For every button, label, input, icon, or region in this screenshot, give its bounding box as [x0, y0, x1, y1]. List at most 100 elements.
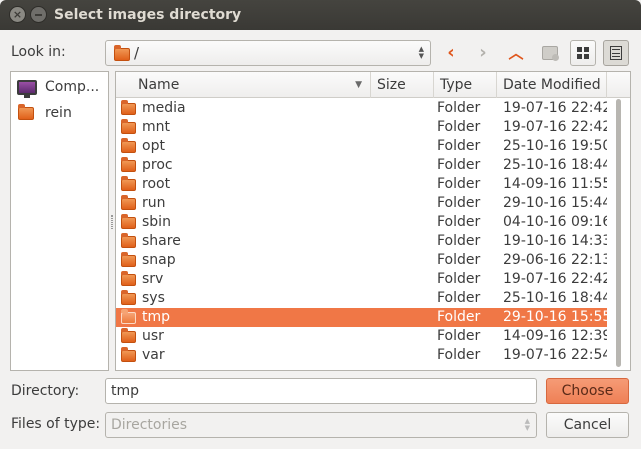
place-label: Comp... — [45, 79, 100, 95]
file-type: Folder — [437, 328, 481, 344]
vertical-scrollbar[interactable] — [607, 99, 630, 370]
file-type: Folder — [437, 214, 481, 230]
look-in-combo[interactable]: / ▲ ▼ — [105, 40, 431, 66]
choose-button[interactable]: Choose — [546, 378, 629, 404]
table-row[interactable]: share Folder 19-10-16 14:33 — [116, 232, 611, 251]
choose-button-label: Choose — [561, 383, 614, 399]
place-item-computer[interactable]: Comp... — [11, 76, 108, 98]
file-type-combo: Directories ▲ ▼ — [105, 412, 537, 438]
folder-icon — [121, 328, 136, 343]
column-header-size[interactable]: Size — [371, 72, 434, 98]
parent-directory-button[interactable]: ︿ — [503, 40, 529, 66]
folder-icon — [121, 271, 136, 286]
file-type: Folder — [437, 195, 481, 211]
new-folder-icon — [542, 46, 559, 61]
folder-icon — [18, 103, 34, 120]
table-row[interactable]: run Folder 29-10-16 15:44 — [116, 194, 611, 213]
forward-button[interactable]: › — [470, 40, 496, 66]
scrollbar-thumb[interactable] — [616, 99, 621, 367]
back-button[interactable]: ‹ — [438, 40, 464, 66]
detail-view-button[interactable] — [603, 40, 629, 66]
file-type: Folder — [437, 252, 481, 268]
table-row[interactable]: srv Folder 19-07-16 22:42 — [116, 270, 611, 289]
column-header-label: Type — [440, 77, 473, 93]
cancel-button-label: Cancel — [563, 417, 612, 433]
places-sidebar: Comp... rein — [10, 71, 109, 371]
file-name: proc — [142, 157, 173, 173]
file-type: Folder — [437, 233, 481, 249]
folder-icon — [121, 100, 136, 115]
folder-icon — [114, 45, 130, 61]
file-date: 29-10-16 15:55 — [503, 309, 612, 325]
folder-icon — [121, 195, 136, 210]
window-title: Select images directory — [54, 7, 242, 23]
folder-icon — [121, 214, 136, 229]
file-date: 25-10-16 18:44 — [503, 157, 612, 173]
table-row-selected[interactable]: tmp Folder 29-10-16 15:55 — [116, 308, 611, 327]
file-type: Folder — [437, 271, 481, 287]
file-name: sys — [142, 290, 165, 306]
directory-input[interactable]: tmp — [105, 378, 537, 404]
table-row[interactable]: mnt Folder 19-07-16 22:42 — [116, 118, 611, 137]
file-date: 19-07-16 22:42 — [503, 100, 612, 116]
file-date: 29-06-16 22:13 — [503, 252, 612, 268]
file-date: 19-07-16 22:42 — [503, 119, 612, 135]
table-row[interactable]: root Folder 14-09-16 11:55 — [116, 175, 611, 194]
folder-icon — [121, 157, 136, 172]
file-date: 25-10-16 19:50 — [503, 138, 612, 154]
file-name: mnt — [142, 119, 170, 135]
place-item-rein[interactable]: rein — [11, 102, 108, 124]
close-window-button[interactable]: × — [9, 6, 26, 23]
file-type: Folder — [437, 290, 481, 306]
file-type: Folder — [437, 119, 481, 135]
file-name: run — [142, 195, 166, 211]
file-name: root — [142, 176, 171, 192]
file-list-header: Name ▼ Size Type Date Modified — [116, 72, 630, 98]
table-row[interactable]: media Folder 19-07-16 22:42 — [116, 99, 611, 118]
table-row[interactable]: sbin Folder 04-10-16 09:16 — [116, 213, 611, 232]
file-name: tmp — [142, 309, 171, 325]
file-list: Name ▼ Size Type Date Modified media Fol… — [115, 71, 631, 371]
file-name: usr — [142, 328, 164, 344]
minimize-window-button[interactable] — [30, 6, 47, 23]
column-header-type[interactable]: Type — [434, 72, 497, 98]
directory-label: Directory: — [11, 383, 80, 399]
table-row[interactable]: var Folder 19-07-16 22:54 — [116, 346, 611, 365]
column-header-label: Date Modified — [503, 77, 601, 93]
file-type: Folder — [437, 309, 481, 325]
folder-icon — [121, 252, 136, 267]
table-row[interactable]: usr Folder 14-09-16 12:39 — [116, 327, 611, 346]
column-header-label: Size — [377, 77, 406, 93]
table-row[interactable]: opt Folder 25-10-16 19:50 — [116, 137, 611, 156]
file-name: snap — [142, 252, 176, 268]
file-type-label: Files of type: — [11, 416, 101, 432]
table-row[interactable]: snap Folder 29-06-16 22:13 — [116, 251, 611, 270]
file-date: 19-10-16 14:33 — [503, 233, 612, 249]
column-header-date[interactable]: Date Modified — [497, 72, 607, 98]
look-in-label: Look in: — [11, 44, 66, 60]
look-in-path: / — [134, 44, 140, 62]
chevron-up-icon: ︿ — [508, 43, 524, 62]
file-type-value: Directories — [111, 417, 188, 433]
create-folder-button[interactable] — [537, 40, 563, 66]
chevron-left-icon: ‹ — [447, 42, 455, 63]
directory-input-value: tmp — [111, 383, 140, 399]
column-header-label: Name — [138, 77, 180, 93]
icon-view-button[interactable] — [570, 40, 596, 66]
file-date: 19-07-16 22:42 — [503, 271, 612, 287]
file-type: Folder — [437, 138, 481, 154]
folder-icon — [121, 290, 136, 305]
column-header-name[interactable]: Name ▼ — [116, 72, 371, 98]
file-date: 04-10-16 09:16 — [503, 214, 612, 230]
folder-icon — [121, 138, 136, 153]
grid-view-icon — [577, 47, 589, 59]
folder-icon — [121, 309, 136, 324]
file-type: Folder — [437, 176, 481, 192]
cancel-button[interactable]: Cancel — [546, 412, 629, 438]
file-name: media — [142, 100, 186, 116]
file-type: Folder — [437, 100, 481, 116]
table-row[interactable]: proc Folder 25-10-16 18:44 — [116, 156, 611, 175]
pane-splitter[interactable] — [111, 215, 113, 229]
folder-icon — [121, 119, 136, 134]
table-row[interactable]: sys Folder 25-10-16 18:44 — [116, 289, 611, 308]
